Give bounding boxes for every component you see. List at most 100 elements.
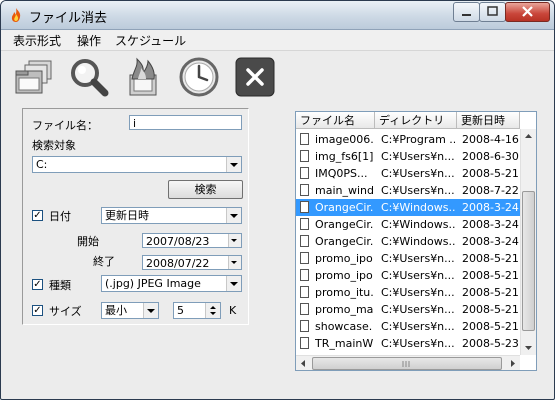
- minimize-button[interactable]: [453, 2, 480, 22]
- file-icon: [300, 269, 309, 281]
- kind-checkbox[interactable]: ✓: [32, 279, 43, 290]
- folders-button[interactable]: [13, 55, 57, 99]
- cell-dir: C:¥Users¥n...: [381, 269, 455, 282]
- search-target-label: 検索対象: [32, 139, 76, 152]
- size-checkbox[interactable]: ✓: [32, 305, 43, 316]
- end-date-value: 2008/07/22: [146, 257, 210, 270]
- burn-delete-button[interactable]: [122, 55, 166, 99]
- cell-dir: C:¥Users¥n...: [381, 167, 455, 180]
- column-header-modified[interactable]: 更新日時: [457, 112, 520, 129]
- cell-name: img_fs6[1]...: [315, 150, 373, 163]
- list-item[interactable]: OrangeCir... C:¥Windows... 2008-3-24: [296, 233, 520, 250]
- close-toolbar-button[interactable]: [233, 55, 277, 99]
- file-icon: [300, 167, 309, 179]
- file-icon: [300, 320, 309, 332]
- close-x-icon: [235, 57, 275, 97]
- date-type-select[interactable]: 更新日時: [101, 207, 242, 224]
- chevron-down-icon: [226, 276, 241, 291]
- cell-name: main_wind...: [315, 184, 373, 197]
- list-item[interactable]: promo_ipo... C:¥Users¥n... 2008-5-21: [296, 267, 520, 284]
- file-icon: [300, 150, 309, 162]
- list-item[interactable]: img_fs6[1]... C:¥Users¥n... 2008-6-30: [296, 148, 520, 165]
- app-window: ファイル消去 表示形式 操作 スケジュール ファイル名： i 検索対象 C: 検…: [0, 0, 555, 400]
- fire-app-icon: [11, 8, 21, 22]
- filename-input[interactable]: i: [129, 115, 242, 130]
- fire-icon: [129, 57, 157, 96]
- kind-select[interactable]: (.jpg) JPEG Image: [101, 275, 242, 292]
- search-button[interactable]: 検索: [168, 180, 243, 199]
- close-window-button[interactable]: [505, 2, 550, 22]
- menu-view-format[interactable]: 表示形式: [13, 32, 61, 49]
- search-target-value: C:: [36, 158, 48, 171]
- vertical-scroll-thumb[interactable]: [522, 191, 535, 331]
- horizontal-scrollbar[interactable]: [296, 355, 520, 371]
- size-mode-select[interactable]: 最小: [101, 302, 159, 319]
- size-amount-input[interactable]: 5: [173, 302, 221, 319]
- filename-label: ファイル名：: [32, 119, 98, 132]
- vertical-scrollbar[interactable]: [520, 129, 536, 355]
- size-amount-value: 5: [177, 304, 184, 317]
- list-item[interactable]: promo_itu... C:¥Users¥n... 2008-5-21: [296, 284, 520, 301]
- title-bar[interactable]: ファイル消去: [1, 1, 554, 30]
- scroll-left-icon[interactable]: [296, 356, 311, 371]
- scroll-down-icon[interactable]: [521, 340, 536, 355]
- window-title: ファイル消去: [29, 11, 108, 26]
- cell-dir: C:¥Users¥n...: [381, 184, 455, 197]
- chevron-down-icon: [143, 303, 158, 318]
- file-icon: [300, 337, 309, 349]
- list-item[interactable]: TR_mainW... C:¥Users¥n... 2008-5-23: [296, 335, 520, 352]
- scroll-right-icon[interactable]: [505, 356, 520, 371]
- chevron-down-icon[interactable]: [228, 256, 241, 269]
- size-unit-label: K: [229, 304, 237, 317]
- list-item[interactable]: main_wind... C:¥Users¥n... 2008-7-22: [296, 182, 520, 199]
- cell-date: 2008-5-21: [462, 269, 519, 282]
- search-toolbar-button[interactable]: [67, 55, 111, 99]
- list-item[interactable]: showcase... C:¥Users¥n... 2008-5-21: [296, 318, 520, 335]
- date-checkbox[interactable]: ✓: [32, 210, 43, 221]
- list-item[interactable]: promo_ma... C:¥Users¥n... 2008-5-21: [296, 301, 520, 318]
- cell-name: showcase...: [315, 320, 373, 333]
- cell-name: OrangeCir...: [315, 235, 373, 248]
- date-type-value: 更新日時: [105, 209, 149, 222]
- file-icon: [300, 218, 309, 230]
- file-icon: [300, 303, 309, 315]
- chevron-down-icon: [226, 208, 241, 223]
- end-label: 終了: [93, 255, 115, 268]
- list-item[interactable]: OrangeCir... C:¥Windows... 2008-3-24: [296, 216, 520, 233]
- menu-schedule[interactable]: スケジュール: [115, 32, 186, 49]
- cell-date: 2008-3-24: [462, 218, 519, 231]
- menu-operation[interactable]: 操作: [77, 32, 101, 49]
- maximize-button[interactable]: [479, 2, 506, 22]
- schedule-button[interactable]: [177, 55, 221, 99]
- cell-name: promo_ipo...: [315, 252, 373, 265]
- cell-date: 2008-3-24: [462, 235, 519, 248]
- chevron-down-icon[interactable]: [228, 234, 241, 247]
- scroll-up-icon[interactable]: [521, 129, 536, 144]
- end-date-field[interactable]: 2008/07/22: [142, 255, 242, 270]
- cell-dir: C:¥Users¥n...: [381, 303, 455, 316]
- cell-date: 2008-7-22: [462, 184, 519, 197]
- cell-name: promo_ipo...: [315, 269, 373, 282]
- cell-dir: C:¥Windows...: [381, 235, 455, 248]
- column-header-filename[interactable]: ファイル名: [296, 112, 375, 129]
- cell-dir: C:¥Users¥n...: [381, 337, 455, 350]
- cell-dir: C:¥Users¥n...: [381, 252, 455, 265]
- chevron-down-icon: [226, 157, 241, 172]
- size-mode-value: 最小: [105, 304, 127, 317]
- search-target-select[interactable]: C:: [32, 156, 242, 173]
- start-date-field[interactable]: 2007/08/23: [142, 233, 242, 248]
- cell-date: 2008-5-21: [462, 303, 519, 316]
- horizontal-scroll-thumb[interactable]: [312, 357, 502, 370]
- start-date-value: 2007/08/23: [146, 235, 210, 248]
- column-header-directory[interactable]: ディレクトリ: [375, 112, 457, 129]
- list-item[interactable]: OrangeCir... C:¥Windows... 2008-3-24: [296, 199, 520, 216]
- list-item[interactable]: promo_ipo... C:¥Users¥n... 2008-5-21: [296, 250, 520, 267]
- list-item[interactable]: IMQ0PS... C:¥Users¥n... 2008-5-21: [296, 165, 520, 182]
- results-list: ファイル名 ディレクトリ 更新日時 image006... C:¥Program …: [295, 111, 537, 371]
- minimize-icon: [462, 14, 471, 16]
- cell-name: image006...: [315, 133, 373, 146]
- file-icon: [300, 184, 309, 196]
- list-item[interactable]: image006... C:¥Program ... 2008-4-16: [296, 131, 520, 148]
- cell-name: promo_itu...: [315, 286, 373, 299]
- spinner-arrows-icon[interactable]: [205, 303, 220, 318]
